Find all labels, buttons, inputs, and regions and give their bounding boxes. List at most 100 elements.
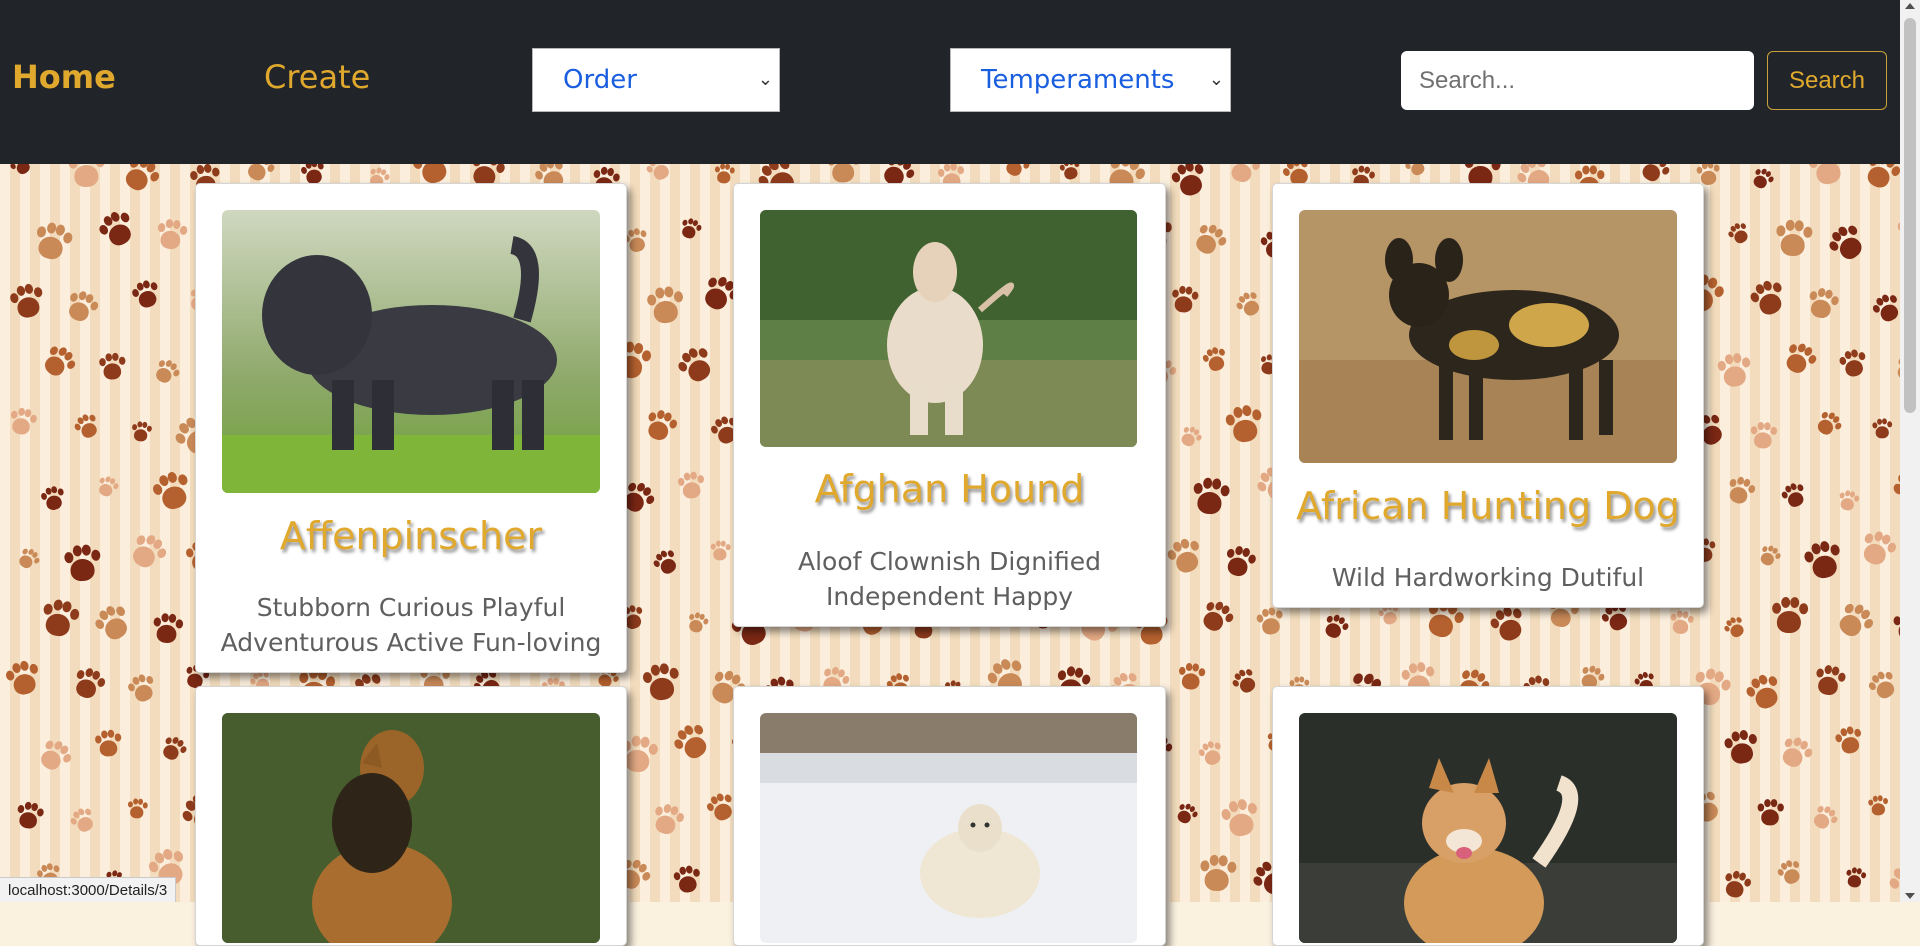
paw-print-icon [642,283,689,330]
paw-print-icon [1834,345,1871,382]
dog-card[interactable]: Affenpinscher Stubborn Curious Playful A… [195,183,627,673]
paw-print-icon [1842,865,1869,892]
paw-print-icon [1768,595,1811,638]
paw-print-icon [4,279,50,325]
paw-print-icon [1776,478,1812,514]
dog-card[interactable] [1272,686,1704,946]
paw-print-icon [66,662,110,706]
paw-print-icon [126,275,165,314]
vertical-scrollbar[interactable] [1900,0,1920,902]
paw-print-icon [1221,164,1264,190]
dog-card[interactable]: Afghan Hound Aloof Clownish Dignified In… [733,183,1166,627]
paw-print-icon [1198,343,1233,378]
paw-print-icon [1215,794,1265,844]
paw-print-icon [665,716,718,769]
paw-print-icon [682,608,711,637]
paw-print-icon [152,216,190,254]
paw-print-icon [128,419,153,444]
paw-print-icon [1747,420,1779,452]
paw-print-icon [92,472,122,502]
dog-image [760,210,1137,447]
paw-print-icon [998,164,1035,183]
dog-name: Afghan Hound [814,467,1085,511]
paw-print-icon [1866,288,1900,330]
dog-temperaments: Aloof Clownish Dignified Independent Hap… [798,547,1101,611]
paw-print-icon [0,655,47,702]
paw-print-icon [122,669,162,709]
paw-print-icon [1195,852,1239,896]
dog-card[interactable] [195,686,627,946]
paw-print-icon [69,409,106,446]
paw-print-icon [96,351,129,384]
paw-print-icon [1317,609,1353,645]
paw-print-icon [1170,798,1202,830]
paw-print-icon [1889,351,1900,386]
paw-print-icon [1776,336,1823,383]
dog-temperaments: Wild Hardworking Dutiful [1331,563,1645,592]
paw-print-icon [1226,663,1264,701]
paw-print-icon [64,164,108,192]
link-status-bar: localhost:3000/Details/3 [0,877,177,902]
paw-print-icon [675,214,705,244]
dog-card[interactable]: African Hunting Dog Wild Hardworking Dut… [1272,183,1704,608]
paw-print-icon [1160,532,1210,582]
paw-print-icon [1834,487,1861,514]
paw-print-icon [1230,286,1268,324]
scroll-up-arrow-icon[interactable] [1905,3,1915,9]
chevron-down-icon: ⌄ [1208,69,1224,90]
paw-print-icon [1746,164,1778,195]
dog-image [222,713,600,943]
paw-print-icon [27,217,77,267]
scroll-down-arrow-icon[interactable] [1905,893,1915,899]
paw-print-icon [11,798,47,834]
paw-print-icon [1889,607,1900,644]
paw-print-icon [91,727,125,761]
paw-print-icon [1187,474,1233,520]
paw-print-icon [1666,608,1696,638]
paw-print-icon [1174,421,1206,453]
paw-print-icon [669,862,705,898]
dog-image [222,210,600,493]
paw-print-icon [1712,349,1755,392]
paw-print-icon [1771,217,1815,261]
dog-image [760,713,1137,943]
search-input[interactable] [1401,51,1754,110]
paw-print-icon [1192,593,1239,640]
paw-print-icon [1884,460,1900,518]
paw-print-icon [647,544,684,581]
paw-print-icon [1193,736,1228,771]
paw-print-icon [1827,594,1881,648]
paw-print-icon [1865,793,1890,818]
paw-print-icon [121,526,174,579]
dog-temperaments: Stubborn Curious Playful Adventurous Act… [220,593,602,657]
order-select-value: Order [563,65,637,95]
paw-print-icon [12,543,44,575]
create-link[interactable]: Create [264,58,370,96]
home-link[interactable]: Home [12,58,116,96]
paw-print-icon [1820,217,1874,271]
paw-print-icon [148,610,185,647]
paw-print-icon [637,659,685,707]
paw-print-icon [64,802,101,839]
paw-print-icon [1219,400,1268,449]
navbar: Home Create Order ⌄ Temperaments ⌄ Searc… [0,0,1900,164]
dog-card[interactable] [733,686,1166,946]
paw-print-icon [1717,866,1755,902]
paw-print-icon [1753,540,1784,571]
paw-print-icon [1400,164,1432,182]
paw-print-icon [1772,730,1818,776]
scrollbar-thumb[interactable] [1904,18,1916,413]
paw-print-icon [91,204,143,256]
paw-print-icon [1801,283,1842,324]
search-button[interactable]: Search [1767,51,1887,110]
paw-print-icon [1056,164,1084,184]
dog-name: Affenpinscher [279,514,543,558]
dog-name: African Hunting Dog [1296,484,1680,528]
paw-print-icon [1167,283,1201,317]
order-select[interactable]: Order ⌄ [532,48,780,112]
paw-print-icon [1856,164,1900,197]
paw-print-icon [5,164,38,181]
paw-print-icon [712,164,737,186]
paw-print-icon [1802,164,1852,192]
temperaments-select[interactable]: Temperaments ⌄ [950,48,1231,112]
